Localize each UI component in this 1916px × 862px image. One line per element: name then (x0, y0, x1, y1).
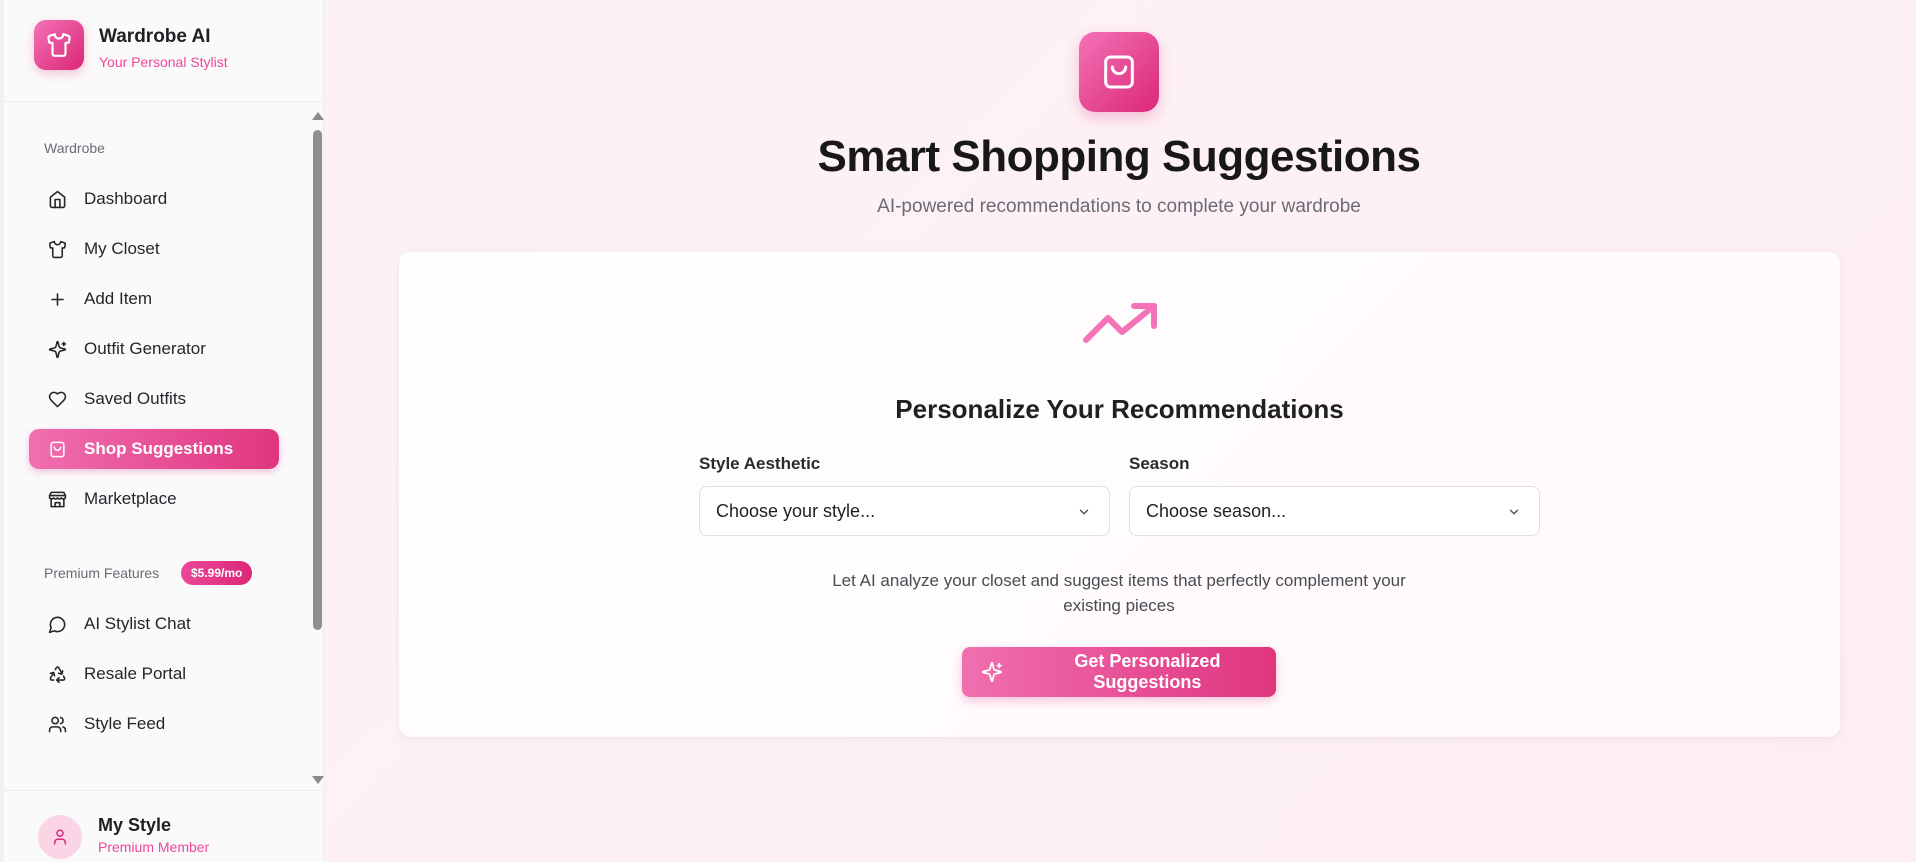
scrollbar-thumb[interactable] (313, 130, 322, 630)
style-aesthetic-value: Choose your style... (716, 500, 876, 521)
app-subtitle: Your Personal Stylist (99, 54, 228, 70)
home-icon (49, 190, 66, 208)
plus-icon (51, 292, 64, 306)
sidebar-item-resale-portal[interactable]: Resale Portal (29, 654, 279, 694)
style-aesthetic-select[interactable]: Choose your style... (699, 486, 1110, 536)
season-value: Choose season... (1146, 500, 1287, 521)
get-suggestions-button[interactable]: Get Personalized Suggestions (962, 647, 1276, 697)
sidebar-item-label: My Closet (84, 239, 160, 258)
sidebar-item-saved-outfits[interactable]: Saved Outfits (29, 379, 279, 419)
season-select[interactable]: Choose season... (1129, 486, 1540, 536)
chevron-down-icon (1079, 509, 1089, 515)
sidebar-scrollbar[interactable] (310, 108, 324, 788)
scroll-up-arrow-icon[interactable] (312, 112, 324, 120)
page-subtitle: AI-powered recommendations to complete y… (877, 196, 1361, 217)
sidebar-item-label: Outfit Generator (84, 339, 206, 358)
avatar (38, 815, 82, 859)
shopping-bag-icon (50, 441, 65, 457)
sparkles-icon (981, 661, 1002, 683)
sidebar-item-label: Saved Outfits (84, 389, 187, 408)
recycle-icon (49, 665, 66, 683)
user-profile[interactable]: My Style Premium Member (4, 790, 324, 862)
sidebar-item-label: Add Item (84, 289, 153, 308)
recommendations-card: Personalize Your Recommendations Style A… (399, 252, 1840, 737)
store-icon (48, 491, 67, 507)
sparkles-icon (48, 340, 67, 358)
sidebar-item-label: Marketplace (84, 489, 177, 508)
user-name: My Style (98, 815, 172, 835)
sidebar-item-shop-suggestions[interactable]: Shop Suggestions (29, 429, 279, 469)
sidebar-item-label: AI Stylist Chat (84, 614, 191, 633)
sidebar: Wardrobe AI Your Personal Stylist Wardro… (0, 0, 324, 862)
shopping-bag-icon (1079, 32, 1159, 112)
sidebar-item-style-feed[interactable]: Style Feed (29, 704, 279, 744)
tshirt-icon (49, 240, 66, 258)
tshirt-icon (34, 20, 84, 70)
cta-label: Get Personalized Suggestions (1074, 651, 1221, 692)
sidebar-item-ai-stylist-chat[interactable]: AI Stylist Chat (29, 604, 279, 644)
user-icon (54, 829, 66, 845)
trending-up-icon (1083, 303, 1157, 343)
scroll-down-arrow-icon[interactable] (312, 776, 324, 784)
brand-header: Wardrobe AI Your Personal Stylist (4, 0, 324, 102)
sidebar-item-outfit-generator[interactable]: Outfit Generator (29, 329, 279, 369)
season-label: Season (1129, 454, 1190, 473)
sidebar-item-marketplace[interactable]: Marketplace (29, 479, 279, 519)
sidebar-item-my-closet[interactable]: My Closet (29, 229, 279, 269)
sidebar-item-add-item[interactable]: Add Item (29, 279, 279, 319)
chevron-down-icon (1509, 509, 1519, 515)
page-title: Smart Shopping Suggestions (817, 132, 1421, 181)
card-title: Personalize Your Recommendations (895, 394, 1344, 424)
helper-text: Let AI analyze your closet and suggest i… (832, 571, 1406, 615)
sidebar-item-label: Dashboard (84, 189, 168, 208)
heart-icon (48, 391, 67, 407)
sidebar-item-label: Shop Suggestions (84, 439, 234, 458)
sidebar-nav: Wardrobe Dashboard My Closet Add Item Ou… (4, 104, 304, 788)
price-badge: $5.99/mo (181, 561, 253, 585)
app-title: Wardrobe AI (99, 26, 211, 47)
sidebar-item-label: Resale Portal (84, 664, 187, 683)
style-aesthetic-label: Style Aesthetic (699, 454, 821, 473)
message-circle-icon (48, 616, 66, 633)
sidebar-item-label: Style Feed (84, 714, 166, 733)
sidebar-item-dashboard[interactable]: Dashboard (29, 179, 279, 219)
section-label-wardrobe: Wardrobe (44, 140, 105, 156)
section-label-premium: Premium Features (44, 565, 160, 581)
users-icon (48, 716, 67, 732)
user-role: Premium Member (98, 839, 210, 855)
